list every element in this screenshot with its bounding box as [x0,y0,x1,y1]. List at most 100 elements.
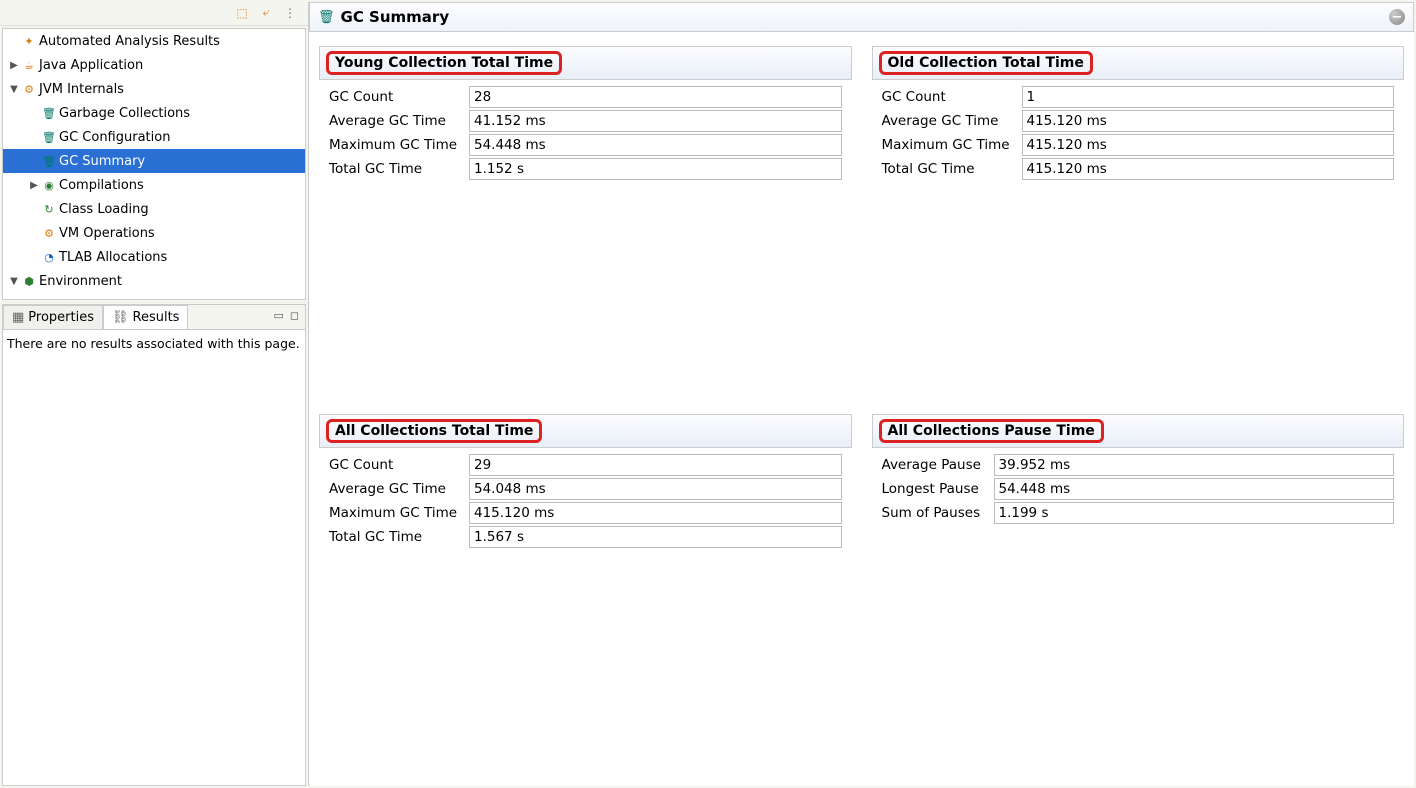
tree-toolbar: ⬚ ⤶ ⋮ [0,0,308,26]
tree-item-label: Automated Analysis Results [39,34,220,49]
row-value[interactable]: 54.448 ms [994,478,1395,500]
vmop-icon: ⚙ [41,225,57,241]
row-label: Maximum GC Time [882,137,1022,153]
row-value[interactable]: 415.120 ms [469,502,842,524]
prop-tabs: ▦ Properties ⛓ Results ▭ ◻ [3,305,305,329]
tree-item-gc-summary[interactable]: 🗑GC Summary [3,149,305,173]
row-label: Sum of Pauses [882,505,994,521]
tree-item-label: GC Configuration [59,130,170,145]
jvm-icon: ⚙ [21,81,37,97]
load-icon: ↻ [41,201,57,217]
section-old: Old Collection Total Time GC Count1Avera… [872,46,1405,404]
expander-icon[interactable]: ▼ [7,84,21,95]
tab-properties-label: Properties [28,310,94,325]
data-row: Total GC Time415.120 ms [882,158,1395,180]
data-row: Maximum GC Time54.448 ms [329,134,842,156]
tree-item-label: GC Summary [59,154,145,169]
results-icon: ⛓ [112,310,129,325]
row-value[interactable]: 39.952 ms [994,454,1395,476]
section-all-pause-body: Average Pause39.952 msLongest Pause54.44… [872,448,1405,532]
row-label: Average Pause [882,457,994,473]
section-all-pause: All Collections Pause Time Average Pause… [872,414,1405,772]
main-column: 🗑 GC Summary − Young Collection Total Ti… [308,2,1414,786]
section-old-title: Old Collection Total Time [879,51,1093,75]
section-all-pause-header: All Collections Pause Time [872,414,1405,448]
tree-item-garbage-collections[interactable]: 🗑Garbage Collections [3,101,305,125]
main-header: 🗑 GC Summary − [309,2,1414,32]
trash-cfg-icon: 🗑 [41,129,57,145]
trash-icon: 🗑 [318,10,335,25]
comp-icon: ◉ [41,177,57,193]
tab-results-label: Results [133,310,180,325]
section-all-total-header: All Collections Total Time [319,414,852,448]
data-row: Longest Pause54.448 ms [882,478,1395,500]
row-value[interactable]: 54.048 ms [469,478,842,500]
row-value[interactable]: 54.448 ms [469,134,842,156]
minimize-icon[interactable]: ▭ [273,309,283,325]
data-row: Average GC Time41.152 ms [329,110,842,132]
collapse-icon[interactable]: − [1389,9,1405,25]
section-young: Young Collection Total Time GC Count28Av… [319,46,852,404]
section-young-title: Young Collection Total Time [326,51,562,75]
properties-icon: ▦ [12,310,24,325]
data-row: Average GC Time415.120 ms [882,110,1395,132]
row-label: Total GC Time [329,161,469,177]
row-value[interactable]: 1.199 s [994,502,1395,524]
results-body: There are no results associated with thi… [3,329,305,785]
tree-item-jvm-internals[interactable]: ▼⚙JVM Internals [3,77,305,101]
tool-icon-1[interactable]: ⬚ [234,5,250,21]
section-young-body: GC Count28Average GC Time41.152 msMaximu… [319,80,852,188]
app-root: ⬚ ⤶ ⋮ ✦Automated Analysis Results▶☕Java … [0,0,1416,788]
tlab-icon: ◔ [41,249,57,265]
section-all-total: All Collections Total Time GC Count29Ave… [319,414,852,772]
maximize-icon[interactable]: ◻ [290,309,299,325]
back-arrow-icon[interactable]: ⤶ [258,5,274,21]
tree-item-label: Environment [39,274,122,289]
row-value[interactable]: 1 [1022,86,1395,108]
data-row: Average GC Time54.048 ms [329,478,842,500]
properties-panel: ▦ Properties ⛓ Results ▭ ◻ There are no … [2,304,306,786]
tree-item-automated-analysis-results[interactable]: ✦Automated Analysis Results [3,29,305,53]
data-row: Sum of Pauses1.199 s [882,502,1395,524]
row-label: Longest Pause [882,481,994,497]
section-old-header: Old Collection Total Time [872,46,1405,80]
tree-item-tlab-allocations[interactable]: ◔TLAB Allocations [3,245,305,269]
row-value[interactable]: 415.120 ms [1022,158,1395,180]
tree-item-label: Class Loading [59,202,149,217]
row-value[interactable]: 29 [469,454,842,476]
outline-tree[interactable]: ✦Automated Analysis Results▶☕Java Applic… [2,28,306,300]
tree-item-class-loading[interactable]: ↻Class Loading [3,197,305,221]
data-row: Total GC Time1.567 s [329,526,842,548]
left-column: ⬚ ⤶ ⋮ ✦Automated Analysis Results▶☕Java … [0,0,308,788]
tab-results[interactable]: ⛓ Results [103,305,188,329]
tree-item-compilations[interactable]: ▶◉Compilations [3,173,305,197]
tree-item-label: VM Operations [59,226,155,241]
expander-icon[interactable]: ▼ [7,276,21,287]
row-label: GC Count [329,89,469,105]
row-value[interactable]: 1.152 s [469,158,842,180]
row-label: Average GC Time [329,481,469,497]
tree-item-vm-operations[interactable]: ⚙VM Operations [3,221,305,245]
data-row: Total GC Time1.152 s [329,158,842,180]
row-value[interactable]: 415.120 ms [1022,134,1395,156]
data-row: GC Count1 [882,86,1395,108]
tree-item-java-application[interactable]: ▶☕Java Application [3,53,305,77]
data-row: GC Count29 [329,454,842,476]
data-row: GC Count28 [329,86,842,108]
expander-icon[interactable]: ▶ [27,180,41,191]
tab-properties[interactable]: ▦ Properties [3,305,103,329]
row-label: Maximum GC Time [329,505,469,521]
menu-dots-icon[interactable]: ⋮ [282,5,298,21]
expander-icon[interactable]: ▶ [7,60,21,71]
row-value[interactable]: 415.120 ms [1022,110,1395,132]
trash-icon: 🗑 [41,105,57,121]
row-value[interactable]: 1.567 s [469,526,842,548]
row-label: Maximum GC Time [329,137,469,153]
row-value[interactable]: 41.152 ms [469,110,842,132]
tree-item-gc-configuration[interactable]: 🗑GC Configuration [3,125,305,149]
tree-item-environment[interactable]: ▼⬢Environment [3,269,305,293]
row-value[interactable]: 28 [469,86,842,108]
tree-item-label: TLAB Allocations [59,250,167,265]
java-icon: ☕ [21,57,37,73]
data-row: Maximum GC Time415.120 ms [882,134,1395,156]
